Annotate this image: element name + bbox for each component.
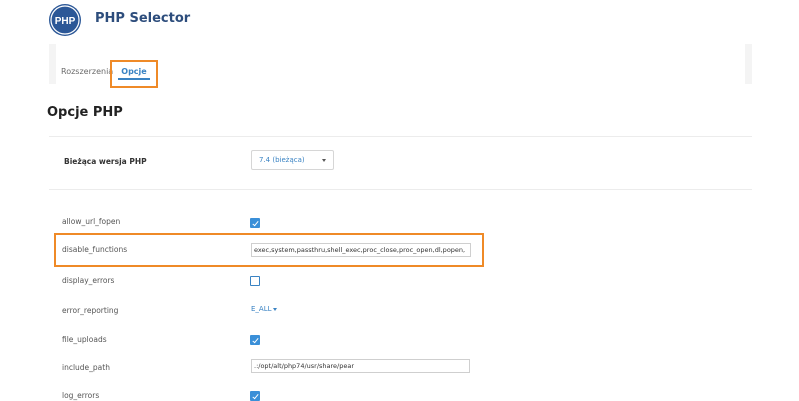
svg-text:PHP: PHP xyxy=(55,16,76,27)
php-version-value: 7.4 (bieżąca) xyxy=(259,156,305,164)
tab-options-label: Opcje xyxy=(121,67,147,76)
error-reporting-value: E_ALL xyxy=(251,305,272,313)
allow-url-fopen-checkbox[interactable] xyxy=(250,218,260,228)
chevron-down-icon xyxy=(272,307,277,311)
option-label-include-path: include_path xyxy=(62,363,110,372)
error-reporting-dropdown[interactable]: E_ALL xyxy=(251,305,277,313)
option-label-file-uploads: file_uploads xyxy=(62,335,107,344)
tab-options[interactable]: Opcje xyxy=(110,60,158,88)
tab-extensions[interactable]: Rozszerzenia xyxy=(61,67,113,76)
app-title: PHP Selector xyxy=(95,11,191,26)
file-uploads-checkbox[interactable] xyxy=(250,335,260,345)
include-path-input[interactable]: .:/opt/alt/php74/usr/share/pear xyxy=(251,359,470,373)
chevron-down-icon xyxy=(322,159,326,162)
option-label-log-errors: log_errors xyxy=(62,391,100,400)
option-label-allow-url-fopen: allow_url_fopen xyxy=(62,217,121,226)
option-label-display-errors: display_errors xyxy=(62,276,115,285)
php-version-label: Bieżąca wersja PHP xyxy=(64,157,147,166)
divider xyxy=(49,189,752,190)
php-version-select[interactable]: 7.4 (bieżąca) xyxy=(251,150,334,170)
divider xyxy=(49,136,752,137)
php-logo-icon: PHP xyxy=(49,4,81,36)
disable-functions-input[interactable]: exec,system,passthru,shell_exec,proc_clo… xyxy=(251,243,471,257)
option-label-disable-functions: disable_functions xyxy=(62,245,128,254)
option-label-error-reporting: error_reporting xyxy=(62,306,119,315)
log-errors-checkbox[interactable] xyxy=(250,391,260,401)
display-errors-checkbox[interactable] xyxy=(250,276,260,286)
active-tab-indicator xyxy=(118,78,150,80)
section-title: Opcje PHP xyxy=(47,105,123,120)
